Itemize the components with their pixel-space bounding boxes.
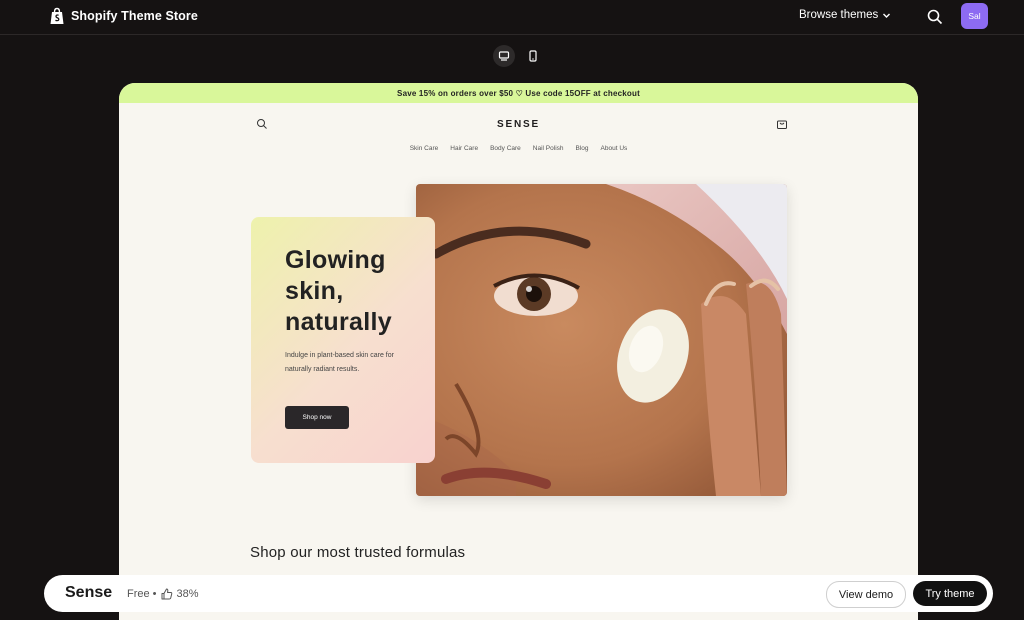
shop-now-button[interactable]: Shop now — [285, 406, 349, 429]
theme-meta: Free • 38% — [127, 588, 199, 600]
desktop-icon — [498, 51, 510, 61]
browse-themes-button[interactable]: Browse themes — [799, 9, 891, 21]
try-theme-button[interactable]: Try theme — [913, 581, 987, 606]
nav-hair-care[interactable]: Hair Care — [450, 145, 478, 152]
mobile-icon — [529, 50, 537, 62]
theme-action-bar: Sense Free • 38% View demo Try theme — [44, 575, 993, 612]
mobile-view-button[interactable] — [522, 45, 544, 67]
avatar[interactable]: Sal — [961, 3, 988, 29]
announcement-bar: Save 15% on orders over $50 ♡ Use code 1… — [119, 83, 918, 103]
cart-icon[interactable] — [776, 118, 788, 130]
theme-price: Free • — [127, 588, 157, 600]
store-title: Shopify Theme Store — [71, 9, 198, 23]
chevron-down-icon — [883, 13, 891, 18]
store-nav: Skin Care Hair Care Body Care Nail Polis… — [119, 145, 918, 152]
theme-rating: 38% — [176, 588, 199, 600]
nav-blog[interactable]: Blog — [576, 145, 589, 152]
theme-preview: Save 15% on orders over $50 ♡ Use code 1… — [119, 83, 918, 620]
nav-about-us[interactable]: About Us — [601, 145, 628, 152]
brand-link[interactable]: Shopify Theme Store — [49, 7, 198, 25]
hero-image — [416, 184, 787, 496]
section-title: Shop our most trusted formulas — [250, 544, 466, 561]
hero-photo — [416, 184, 787, 496]
top-bar: Shopify Theme Store Browse themes Sal — [0, 0, 1024, 35]
store-header: SENSE Skin Care Hair Care Body Care Nail… — [119, 103, 918, 163]
nav-nail-polish[interactable]: Nail Polish — [533, 145, 564, 152]
desktop-view-button[interactable] — [493, 45, 515, 67]
browse-themes-label: Browse themes — [799, 9, 879, 21]
hero-card: Glowing skin, naturally Indulge in plant… — [251, 217, 435, 463]
search-icon[interactable] — [926, 8, 944, 26]
store-logo[interactable]: SENSE — [119, 119, 918, 130]
view-demo-button[interactable]: View demo — [826, 581, 906, 608]
shopify-bag-icon — [50, 7, 64, 24]
hero-text: Indulge in plant-based skin care for nat… — [285, 352, 394, 373]
thumbs-up-icon — [161, 588, 172, 600]
nav-body-care[interactable]: Body Care — [490, 145, 521, 152]
nav-skin-care[interactable]: Skin Care — [410, 145, 439, 152]
hero-title: Glowing skin, naturally — [285, 246, 392, 336]
theme-name: Sense — [65, 584, 113, 601]
